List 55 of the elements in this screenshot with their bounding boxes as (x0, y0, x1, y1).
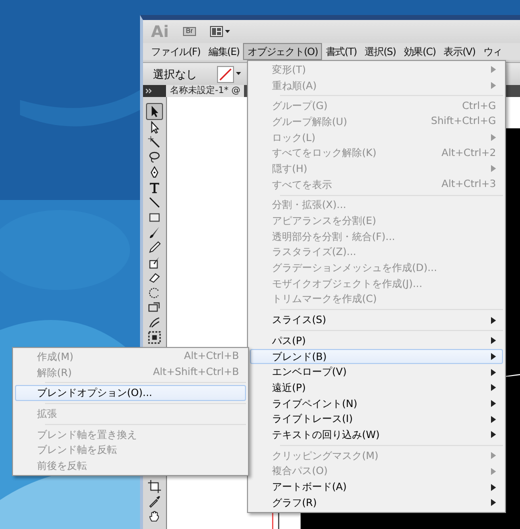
menu-bar-item[interactable]: 選択(S) (360, 43, 400, 60)
document-tab[interactable]: 名称未設定-1* @ (166, 85, 244, 97)
eraser-icon (148, 271, 161, 284)
menu-bar-item[interactable]: ウィ (479, 43, 506, 60)
menu-bar-item[interactable]: 書式(T) (322, 43, 361, 60)
wand-icon (148, 136, 161, 149)
shortcut-label: Ctrl+G (462, 100, 496, 112)
text-tool-icon (148, 181, 161, 194)
menu-bar-item[interactable]: 編集(E) (204, 43, 244, 60)
hand-icon (148, 510, 161, 523)
menu-item[interactable]: スライス(S) (250, 312, 503, 328)
menu-item[interactable]: グラフ(R) (250, 494, 503, 511)
tool-button[interactable] (146, 330, 163, 345)
pencil-icon (148, 241, 161, 254)
app-logo: Ai (151, 22, 169, 41)
shortcut-label: Alt+Ctrl+3 (442, 179, 496, 190)
warp-icon (148, 316, 161, 329)
pen-nib-icon (148, 166, 161, 179)
menu-bar-item[interactable]: ファイル(F) (147, 43, 204, 60)
shortcut-label: Shift+Ctrl+G (430, 116, 496, 128)
layout-button[interactable] (210, 26, 230, 37)
rotate-icon (148, 286, 161, 299)
caret-icon[interactable] (236, 72, 241, 76)
line-segment-icon (148, 196, 161, 209)
shortcut-label: Alt+Ctrl+2 (442, 148, 496, 159)
layout-icon (210, 26, 223, 37)
stroke-swatch[interactable] (217, 66, 234, 82)
menu-item[interactable]: ライブペイント(N) (250, 396, 503, 412)
menu-bar-item[interactable]: 効果(C) (400, 43, 440, 60)
caret-icon (224, 30, 230, 34)
menu-bar-item[interactable]: オブジェクト(O) (243, 43, 322, 60)
menu-item[interactable]: エンベロープ(V) (250, 364, 503, 380)
eyedropper-icon (148, 495, 161, 508)
menu-item[interactable]: ブレンド(B) (250, 348, 503, 364)
menu-item[interactable]: パス(P) (250, 333, 503, 349)
rectangle-icon (148, 211, 161, 224)
lasso-icon (148, 151, 161, 164)
tool-button[interactable] (146, 103, 163, 120)
transform-box-icon (148, 331, 161, 344)
brush-icon (148, 226, 161, 239)
menu-item[interactable]: 遠近(P) (250, 380, 503, 396)
menu-item[interactable]: テキストの回り込み(W) (250, 427, 503, 443)
tool-button[interactable] (146, 479, 163, 494)
menu-item[interactable]: ブレンドオプション(O)... (15, 385, 246, 402)
shortcut-label: Alt+Shift+Ctrl+B (152, 367, 239, 378)
blob-brush-icon (148, 256, 161, 269)
scale-icon (148, 301, 161, 314)
collapse-panel-icon[interactable] (143, 85, 166, 97)
menu-item[interactable]: アートボード(A) (250, 479, 503, 495)
selection-status: 選択なし (153, 66, 197, 82)
tool-button[interactable] (146, 240, 163, 255)
menu-item[interactable]: ライブトレース(I) (250, 411, 503, 428)
shortcut-label: Alt+Ctrl+B (184, 351, 239, 362)
menu-bar-item[interactable]: 表示(V) (440, 43, 480, 60)
artboard-icon (148, 480, 161, 493)
